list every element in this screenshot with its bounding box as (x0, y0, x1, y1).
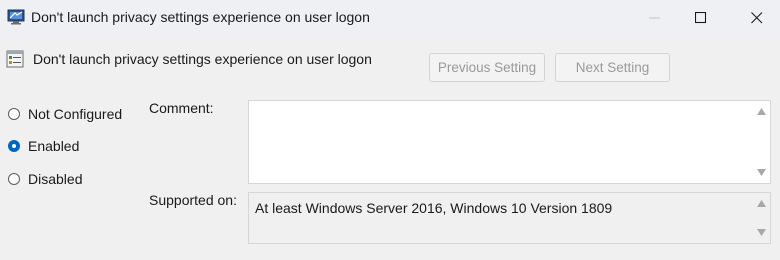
radio-circle[interactable] (8, 173, 20, 185)
comment-textarea[interactable] (248, 100, 771, 184)
comment-scrollbar[interactable] (752, 101, 770, 183)
supported-on-box[interactable]: At least Windows Server 2016, Windows 10… (248, 192, 771, 244)
window-title: Don't launch privacy settings experience… (31, 9, 370, 25)
policy-setting-icon (6, 50, 24, 68)
comment-label: Comment: (149, 100, 214, 116)
radio-label: Not Configured (28, 106, 123, 122)
close-button[interactable] (734, 0, 780, 36)
scroll-up-icon[interactable] (757, 108, 766, 115)
minimize-button[interactable] (632, 0, 678, 36)
radio-circle[interactable] (8, 108, 20, 120)
scroll-up-icon[interactable] (757, 200, 766, 207)
radio-label: Disabled (28, 171, 83, 187)
maximize-icon (695, 12, 707, 24)
scroll-down-icon[interactable] (757, 169, 766, 176)
supported-on-label: Supported on: (149, 192, 237, 208)
supported-on-value: At least Windows Server 2016, Windows 10… (255, 200, 613, 216)
maximize-button[interactable] (678, 0, 724, 36)
close-icon (751, 12, 763, 24)
previous-setting-button[interactable]: Previous Setting (429, 53, 545, 82)
supported-on-scrollbar[interactable] (752, 193, 770, 243)
policy-name: Don't launch privacy settings experience… (33, 51, 372, 67)
radio-circle[interactable] (8, 140, 20, 152)
minimize-icon (649, 17, 660, 19)
scroll-down-icon[interactable] (757, 229, 766, 236)
title-bar[interactable]: Don't launch privacy settings experience… (0, 0, 780, 36)
policy-app-icon (7, 9, 25, 25)
next-setting-button[interactable]: Next Setting (555, 53, 670, 82)
radio-label: Enabled (28, 138, 80, 154)
